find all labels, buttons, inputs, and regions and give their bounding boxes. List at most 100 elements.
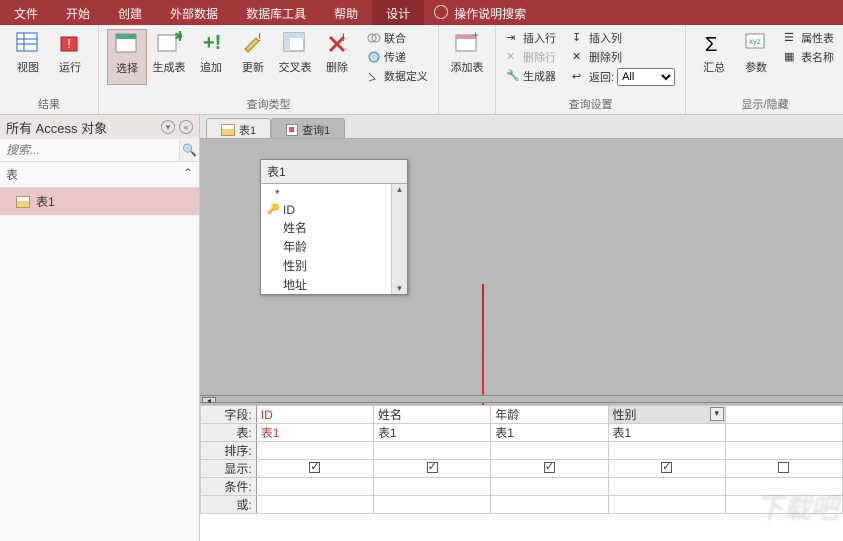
svg-text:+: +	[472, 31, 479, 42]
params-icon: xyz	[743, 31, 769, 57]
grid-or-2[interactable]	[491, 496, 608, 514]
run-button[interactable]: ! 运行	[50, 29, 90, 77]
fieldlist-scrollbar[interactable]: ▴▾	[391, 184, 407, 294]
table-icon	[16, 196, 30, 208]
delete-query-button[interactable]: ! 删除	[317, 29, 357, 85]
menu-file[interactable]: 文件	[0, 0, 52, 25]
field-gender[interactable]: 性别	[261, 256, 391, 275]
nav-category-label: 表	[6, 166, 18, 183]
grid-or-3[interactable]	[608, 496, 725, 514]
crosstab-button[interactable]: 交叉表	[275, 29, 315, 85]
group-label-qsetup: 查询设置	[504, 96, 677, 112]
menu-dbtools[interactable]: 数据库工具	[232, 0, 320, 25]
grid-table-4[interactable]	[725, 424, 842, 442]
insertrow-button[interactable]: ⇥插入行	[504, 29, 558, 47]
grid-sort-2[interactable]	[491, 442, 608, 460]
passthrough-button[interactable]: 传递	[365, 48, 430, 66]
deletecol-button[interactable]: ✕删除列	[570, 48, 677, 66]
tell-me-search[interactable]: 操作说明搜索	[452, 0, 540, 25]
grid-or-1[interactable]	[374, 496, 491, 514]
svg-text:+!: +!	[203, 32, 221, 54]
grid-field-2[interactable]: 年龄	[491, 406, 608, 424]
grid-show-2[interactable]	[491, 460, 608, 478]
grid-sort-0[interactable]	[256, 442, 373, 460]
tablenames-button[interactable]: ▦表名称	[782, 48, 836, 66]
search-icon[interactable]: 🔍	[179, 139, 199, 161]
dropdown-icon[interactable]: ▾	[710, 407, 724, 421]
append-button[interactable]: +! 追加	[191, 29, 231, 85]
grid-show-0[interactable]	[256, 460, 373, 478]
qbe-grid: 字段: ID 姓名 年龄 性别▾ 表: 表1 表1 表1 表1 排序:	[200, 405, 843, 541]
grid-or-0[interactable]	[256, 496, 373, 514]
propsheet-button[interactable]: ☰属性表	[782, 29, 836, 47]
grid-criteria-4[interactable]	[725, 478, 842, 496]
grid-or-4[interactable]	[725, 496, 842, 514]
grid-criteria-1[interactable]	[374, 478, 491, 496]
menu-external[interactable]: 外部数据	[156, 0, 232, 25]
field-address[interactable]: 地址	[261, 275, 391, 294]
field-all[interactable]: *	[261, 186, 391, 202]
grid-criteria-0[interactable]	[256, 478, 373, 496]
table-fieldlist[interactable]: 表1 * 🔑ID 姓名 年龄 性别 地址 ▴▾	[260, 159, 408, 295]
pane-splitter[interactable]: ◂	[200, 395, 843, 403]
view-button[interactable]: 视图	[8, 29, 48, 77]
nav-item-table1[interactable]: 表1	[0, 188, 199, 215]
deleterow-icon: ✕	[506, 50, 520, 64]
grid-table-2[interactable]: 表1	[491, 424, 608, 442]
grid-table-1[interactable]: 表1	[374, 424, 491, 442]
grid-field-1[interactable]: 姓名	[374, 406, 491, 424]
insertrow-label: 插入行	[523, 30, 556, 46]
tablenames-label: 表名称	[801, 49, 834, 65]
menu-home[interactable]: 开始	[52, 0, 104, 25]
nav-title: 所有 Access 对象	[6, 118, 107, 137]
menu-help[interactable]: 帮助	[320, 0, 372, 25]
menu-design[interactable]: 设计	[372, 0, 424, 25]
menu-create[interactable]: 创建	[104, 0, 156, 25]
grid-criteria-2[interactable]	[491, 478, 608, 496]
query-icon	[286, 124, 298, 136]
update-button[interactable]: ! 更新	[233, 29, 273, 85]
grid-sort-1[interactable]	[374, 442, 491, 460]
lightbulb-icon	[434, 5, 448, 19]
nav-collapse-icon[interactable]: «	[179, 120, 193, 134]
sigma-icon: Σ	[701, 31, 727, 57]
nav-header[interactable]: 所有 Access 对象 ▾ «	[0, 115, 199, 139]
document-tabs: 表1 查询1	[200, 115, 843, 139]
grid-table-3[interactable]: 表1	[608, 424, 725, 442]
tab-query1[interactable]: 查询1	[271, 118, 345, 138]
maketable-button[interactable]: ✱ 生成表	[149, 29, 189, 85]
union-button[interactable]: 联合	[365, 29, 430, 47]
deleterow-button[interactable]: ✕删除行	[504, 48, 558, 66]
return-select[interactable]: All	[617, 68, 675, 86]
nav-item-label: 表1	[36, 193, 55, 210]
grid-field-4[interactable]	[725, 406, 842, 424]
select-query-button[interactable]: 选择	[107, 29, 147, 85]
grid-table-0[interactable]: 表1	[256, 424, 373, 442]
grid-field-3[interactable]: 性别▾	[608, 406, 725, 424]
addtable-button[interactable]: + 添加表	[447, 29, 487, 77]
select-icon	[114, 32, 140, 58]
field-age[interactable]: 年龄	[261, 237, 391, 256]
totals-button[interactable]: Σ 汇总	[694, 29, 734, 77]
nav-dropdown-icon[interactable]: ▾	[161, 120, 175, 134]
grid-sort-3[interactable]	[608, 442, 725, 460]
builder-button[interactable]: 🔧生成器	[504, 67, 558, 85]
field-id[interactable]: 🔑ID	[261, 202, 391, 218]
field-name[interactable]: 姓名	[261, 218, 391, 237]
grid-criteria-3[interactable]	[608, 478, 725, 496]
grid-show-4[interactable]	[725, 460, 842, 478]
scroll-left-icon[interactable]: ◂	[202, 397, 216, 403]
params-button[interactable]: xyz 参数	[736, 29, 776, 77]
grid-sort-4[interactable]	[725, 442, 842, 460]
nav-search: 🔍	[0, 139, 199, 162]
return-setting: ↩返回: All	[570, 67, 677, 87]
grid-show-3[interactable]	[608, 460, 725, 478]
grid-field-0[interactable]: ID	[256, 406, 373, 424]
grid-show-1[interactable]	[374, 460, 491, 478]
nav-search-input[interactable]	[0, 139, 179, 161]
nav-category-tables[interactable]: 表 ⌃	[0, 162, 199, 188]
datadef-button[interactable]: 数据定义	[365, 67, 430, 85]
insertrow-icon: ⇥	[506, 31, 520, 45]
tab-table1[interactable]: 表1	[206, 118, 271, 138]
insertcol-button[interactable]: ↧插入列	[570, 29, 677, 47]
